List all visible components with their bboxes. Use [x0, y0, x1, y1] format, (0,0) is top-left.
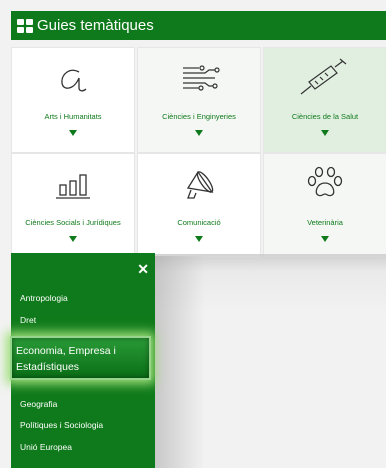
dropdown-item[interactable]: Dret — [20, 315, 36, 325]
letter-a-icon — [61, 69, 87, 92]
topics-header: Guies temàtiques — [11, 11, 386, 40]
tile-ciencies-enginyeries[interactable]: Ciències i Enginyeries — [137, 47, 261, 153]
tile-label: Ciències i Enginyeries — [162, 112, 236, 121]
circuit-icon — [183, 65, 220, 91]
chevron-down-icon[interactable] — [195, 130, 203, 136]
tile-label: Ciències de la Salut — [291, 112, 359, 121]
subject-dropdown: ✕ Antropologia Dret Economia, Empresa i … — [10, 253, 155, 468]
dropdown-item[interactable]: Unió Europea — [20, 442, 72, 452]
tile-ciencies-salut[interactable]: Ciències de la Salut — [263, 47, 386, 153]
paw-icon — [307, 166, 343, 197]
chevron-down-icon[interactable] — [69, 130, 77, 136]
tile-veterinaria[interactable]: Veterinària — [263, 153, 386, 259]
dropdown-item-highlighted[interactable]: Economia, Empresa i Estadístiques — [10, 336, 151, 380]
background-shadow — [155, 256, 205, 468]
close-icon[interactable]: ✕ — [137, 261, 149, 278]
grid-icon — [17, 18, 33, 33]
tile-arts-humanitats[interactable]: Arts i Humanitats — [11, 47, 135, 153]
chevron-down-icon[interactable] — [69, 236, 77, 242]
dropdown-item[interactable]: Antropologia — [20, 293, 68, 303]
syringe-icon — [300, 58, 347, 95]
bar-chart-icon — [56, 174, 90, 199]
chevron-down-icon[interactable] — [195, 236, 203, 242]
tile-label: Arts i Humanitats — [44, 112, 102, 121]
tile-label: Ciències Socials i Jurídiques — [25, 218, 121, 227]
tile-label: Comunicació — [177, 218, 221, 227]
dropdown-item[interactable]: Geografia — [20, 399, 57, 409]
header-title: Guies temàtiques — [37, 17, 154, 34]
tile-comunicacio[interactable]: Comunicació — [137, 153, 261, 259]
chevron-down-icon[interactable] — [321, 130, 329, 136]
tile-ciencies-socials-juridiques[interactable]: Ciències Socials i Jurídiques — [11, 153, 135, 259]
megaphone-icon — [186, 170, 214, 199]
dropdown-item[interactable]: Polítiques i Sociologia — [20, 420, 103, 430]
tile-label: Veterinària — [307, 218, 343, 227]
chevron-down-icon[interactable] — [321, 236, 329, 242]
